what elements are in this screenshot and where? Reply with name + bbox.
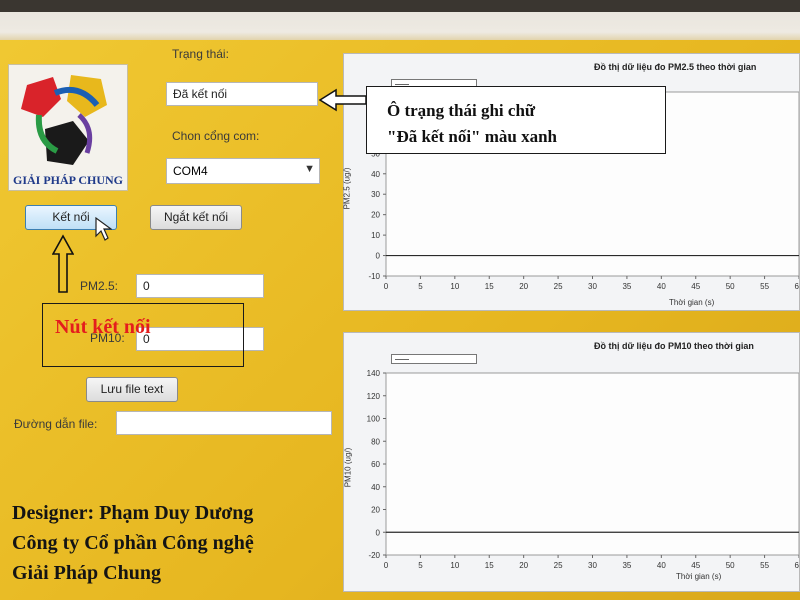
y-tick-label: 0	[376, 252, 381, 261]
x-tick-label: 15	[485, 561, 494, 570]
credit-line-1: Designer: Phạm Duy Dương	[12, 502, 254, 524]
pm10-chart: -20 0 20 40 60 80 100 120 140 0 5 10 15 20 25 30 35 40 45 5…	[367, 369, 799, 570]
y-tick-label: 40	[371, 483, 380, 492]
legend-swatch	[395, 359, 409, 360]
y-tick-label: 80	[371, 437, 380, 446]
y-tick-label: 140	[367, 369, 381, 378]
status-label: Trạng thái:	[172, 47, 229, 61]
pm10-chart-title: Đồ thị dữ liệu đo PM10 theo thời gian	[594, 341, 754, 351]
com-port-label: Chon cổng com:	[172, 129, 260, 143]
x-tick-label: 5	[418, 282, 423, 291]
x-tick-label: 50	[726, 561, 735, 570]
bezel	[0, 0, 800, 12]
left-arrow-icon	[318, 88, 367, 112]
status-field[interactable]: Đã kết nối	[166, 82, 318, 106]
x-tick-label: 30	[588, 282, 597, 291]
x-tick-label: 55	[760, 282, 769, 291]
button-annotation-text: Nút kết nối	[55, 316, 151, 338]
file-path-label: Đường dẫn file:	[14, 417, 98, 431]
x-tick-label: 60	[795, 282, 799, 291]
x-tick-label: 0	[384, 282, 389, 291]
button-annotation-box: Nút kết nối	[42, 303, 244, 367]
pm25-x-axis-title: Thời gian (s)	[669, 298, 715, 307]
x-tick-label: 5	[418, 561, 423, 570]
legend-swatch	[395, 84, 409, 85]
pm25-chart-title: Đồ thị dữ liệu đo PM2.5 theo thời gian	[594, 62, 757, 72]
x-tick-label: 10	[450, 561, 459, 570]
chevron-down-icon[interactable]: ▼	[304, 163, 315, 175]
y-tick-label: 60	[371, 460, 380, 469]
x-tick-label: 20	[519, 561, 528, 570]
y-tick-label: 20	[371, 211, 380, 220]
x-tick-label: 55	[760, 561, 769, 570]
y-tick-label: 30	[371, 190, 380, 199]
company-logo: GIẢI PHÁP CHUNG	[8, 64, 128, 191]
y-tick-label: -20	[368, 551, 380, 560]
pm10-legend	[391, 354, 477, 364]
x-tick-label: 50	[726, 282, 735, 291]
y-tick-label: 20	[371, 506, 380, 515]
credit-line-3: Giải Pháp Chung	[12, 562, 161, 584]
com-port-value: COM4	[173, 164, 208, 178]
status-annotation-line1: Ô trạng thái ghi chữ	[387, 101, 536, 120]
logo-icon	[21, 75, 107, 165]
y-tick-label: 40	[371, 170, 380, 179]
x-tick-label: 15	[485, 282, 494, 291]
x-tick-label: 45	[691, 282, 700, 291]
x-tick-label: 35	[622, 282, 631, 291]
pm10-chart-panel: -20 0 20 40 60 80 100 120 140 0 5 10 15 20 25 30 35 40 45 5…	[343, 332, 800, 592]
y-tick-label: 120	[367, 392, 381, 401]
plot-area	[385, 372, 799, 556]
x-tick-label: 45	[691, 561, 700, 570]
x-tick-label: 20	[519, 282, 528, 291]
pm25-field[interactable]: 0	[136, 274, 264, 298]
com-port-select[interactable]: COM4 ▼	[166, 158, 320, 184]
mouse-cursor-icon	[95, 216, 112, 241]
x-tick-label: 40	[657, 561, 666, 570]
credit-line-2: Công ty Cổ phần Công nghệ	[12, 532, 254, 554]
save-text-file-button[interactable]: Lưu file text	[86, 377, 178, 402]
pm25-y-axis-title: PM2.5 (ug/)	[342, 167, 352, 210]
pm10-x-axis-title: Thời gian (s)	[676, 572, 722, 581]
x-tick-label: 0	[384, 561, 389, 570]
y-tick-label: 0	[376, 528, 381, 537]
y-tick-label: 10	[371, 231, 380, 240]
x-tick-label: 60	[795, 561, 799, 570]
status-annotation-line2: "Đã kết nối" màu xanh	[387, 127, 558, 146]
x-tick-label: 10	[450, 282, 459, 291]
x-tick-label: 25	[554, 282, 563, 291]
y-tick-label: -10	[368, 272, 380, 281]
pm10-y-axis-title: PM10 (ug/)	[343, 447, 353, 488]
x-tick-label: 25	[554, 561, 563, 570]
x-tick-label: 35	[622, 561, 631, 570]
pm25-label: PM2.5:	[80, 279, 119, 293]
status-annotation-box: Ô trạng thái ghi chữ "Đã kết nối" màu xa…	[366, 86, 666, 154]
x-tick-label: 30	[588, 561, 597, 570]
disconnect-button[interactable]: Ngắt kết nối	[150, 205, 242, 230]
x-tick-label: 40	[657, 282, 666, 291]
logo-text: GIẢI PHÁP CHUNG	[12, 173, 123, 187]
y-tick-label: 100	[367, 415, 381, 424]
up-arrow-icon	[52, 234, 74, 293]
file-path-field[interactable]	[116, 411, 332, 435]
